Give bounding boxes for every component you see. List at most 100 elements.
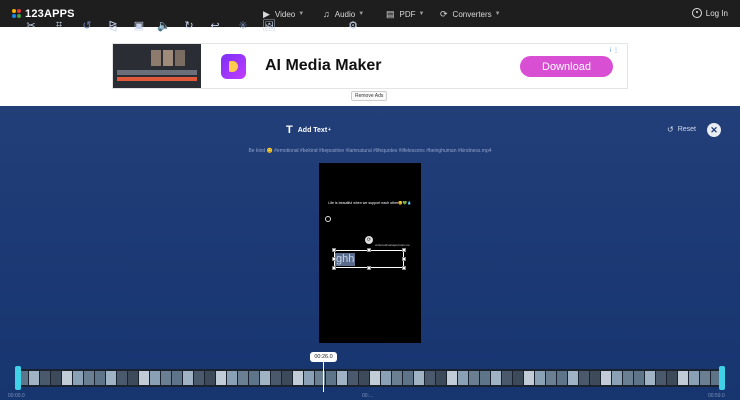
timeline-frame <box>326 371 336 385</box>
timeline-frame <box>216 371 226 385</box>
timeline-frame <box>667 371 677 385</box>
timeline-frame <box>359 371 369 385</box>
logo-dots-icon <box>12 9 22 19</box>
timeline-frame <box>392 371 402 385</box>
reset-label: Reset <box>677 126 696 133</box>
document-icon: ▤ <box>386 8 395 19</box>
timeline-frame <box>469 371 479 385</box>
timeline-frame <box>623 371 633 385</box>
chevron-down-icon: ▼ <box>418 11 425 17</box>
timeline-frame <box>84 371 94 385</box>
reset-button[interactable]: ↺ Reset <box>667 125 696 134</box>
add-text-button[interactable]: T Add Text + <box>286 124 331 136</box>
timeline-frame <box>612 371 622 385</box>
resize-handle[interactable] <box>332 266 336 270</box>
chevron-down-icon: ▼ <box>494 11 501 17</box>
record-tool-button[interactable]: ⚙ <box>346 18 360 32</box>
close-button[interactable]: ✕ <box>707 123 721 137</box>
timeline-frame <box>403 371 413 385</box>
timeline-frame <box>414 371 424 385</box>
timeline-frame <box>161 371 171 385</box>
login-label: Log In <box>705 8 728 18</box>
resize-tool-button[interactable]: ▣ <box>132 18 146 32</box>
timeline-frame <box>568 371 578 385</box>
timeline-frame <box>249 371 259 385</box>
timeline-frame <box>645 371 655 385</box>
rotate-handle-icon[interactable]: ⟳ <box>365 236 373 244</box>
login-button[interactable]: Log In <box>691 8 728 18</box>
timeline-frame <box>425 371 435 385</box>
timeline-frame <box>172 371 182 385</box>
timeline-frame <box>337 371 347 385</box>
timeline-frame <box>458 371 468 385</box>
resize-handle[interactable] <box>367 248 371 252</box>
timeline-frame <box>447 371 457 385</box>
timeline-frame <box>535 371 545 385</box>
stabilize-tool-button[interactable]: ✳ <box>236 18 250 32</box>
ad-download-button[interactable]: Download <box>520 56 613 77</box>
speed-tool-button[interactable]: ↻ <box>182 18 196 32</box>
timeline-frame <box>546 371 556 385</box>
add-text-badge: + <box>328 127 332 133</box>
cut-tool-button[interactable]: ✂ <box>24 18 38 32</box>
timeline-start-handle[interactable] <box>15 366 21 390</box>
timeline-mid-label: 00:... <box>362 393 374 399</box>
chevron-down-icon: ▼ <box>358 11 365 17</box>
volume-tool-button[interactable]: 🔈 <box>157 18 171 32</box>
loop-tool-button[interactable]: ↩ <box>208 18 222 32</box>
ad-info-icon[interactable]: i ⋮ <box>610 47 619 54</box>
timeline-frame <box>502 371 512 385</box>
timeline-frame <box>689 371 699 385</box>
video-caption: Life is beautiful when we support each o… <box>328 201 412 205</box>
resize-handle[interactable] <box>402 257 406 261</box>
timeline-end-handle[interactable] <box>719 366 725 390</box>
music-note-icon: ♫ <box>323 9 330 19</box>
timeline-frame <box>524 371 534 385</box>
timeline-frame <box>95 371 105 385</box>
timeline-frame <box>117 371 127 385</box>
remove-ads-button[interactable]: Remove Ads <box>351 91 388 101</box>
reset-icon: ↺ <box>667 125 674 134</box>
nav-pdf[interactable]: ▤ PDF ▼ <box>386 8 424 20</box>
timeline-end-label: 00:59.0 <box>708 393 725 399</box>
timeline-frame <box>194 371 204 385</box>
timeline-playhead[interactable] <box>323 362 324 392</box>
timeline-frame <box>700 371 710 385</box>
resize-handle[interactable] <box>332 257 336 261</box>
timeline-frame <box>260 371 270 385</box>
timeline-frame <box>40 371 50 385</box>
timeline-frame <box>282 371 292 385</box>
timeline-frame <box>227 371 237 385</box>
user-icon <box>691 8 702 18</box>
timeline-frame <box>304 371 314 385</box>
nav-converters-label: Converters <box>452 9 492 19</box>
text-overlay[interactable]: ghh <box>335 253 356 266</box>
flip-tool-button[interactable]: ⧎ <box>106 18 120 32</box>
timeline-frame <box>183 371 193 385</box>
close-icon: ✕ <box>710 124 718 135</box>
ad-area: AI Media Maker Download i ⋮ Remove Ads <box>0 27 740 106</box>
resize-handle[interactable] <box>367 266 371 270</box>
timeline-frame <box>513 371 523 385</box>
timeline-frame <box>436 371 446 385</box>
timeline-frame <box>271 371 281 385</box>
timeline-frame <box>150 371 160 385</box>
refresh-icon: ⟳ <box>440 8 448 19</box>
timeline-frame <box>381 371 391 385</box>
timeline-frame <box>73 371 83 385</box>
timeline-frame <box>62 371 72 385</box>
nav-converters[interactable]: ⟳ Converters ▼ <box>440 8 501 20</box>
resize-handle[interactable] <box>332 248 336 252</box>
timeline-frame <box>579 371 589 385</box>
timeline-frame <box>205 371 215 385</box>
timeline-strip[interactable] <box>18 369 722 387</box>
video-preview[interactable]: Life is beautiful when we support each o… <box>319 163 421 343</box>
timeline-start-label: 00:00.0 <box>8 393 25 399</box>
resize-handle[interactable] <box>402 248 406 252</box>
image-tool-button[interactable]: 🖼 <box>262 18 276 32</box>
crop-tool-button[interactable]: ⌗ <box>52 18 66 32</box>
ad-banner[interactable]: AI Media Maker Download i ⋮ <box>112 43 628 89</box>
resize-handle[interactable] <box>402 266 406 270</box>
undo-tool-button[interactable]: ↺ <box>80 18 94 32</box>
timeline-frame <box>590 371 600 385</box>
